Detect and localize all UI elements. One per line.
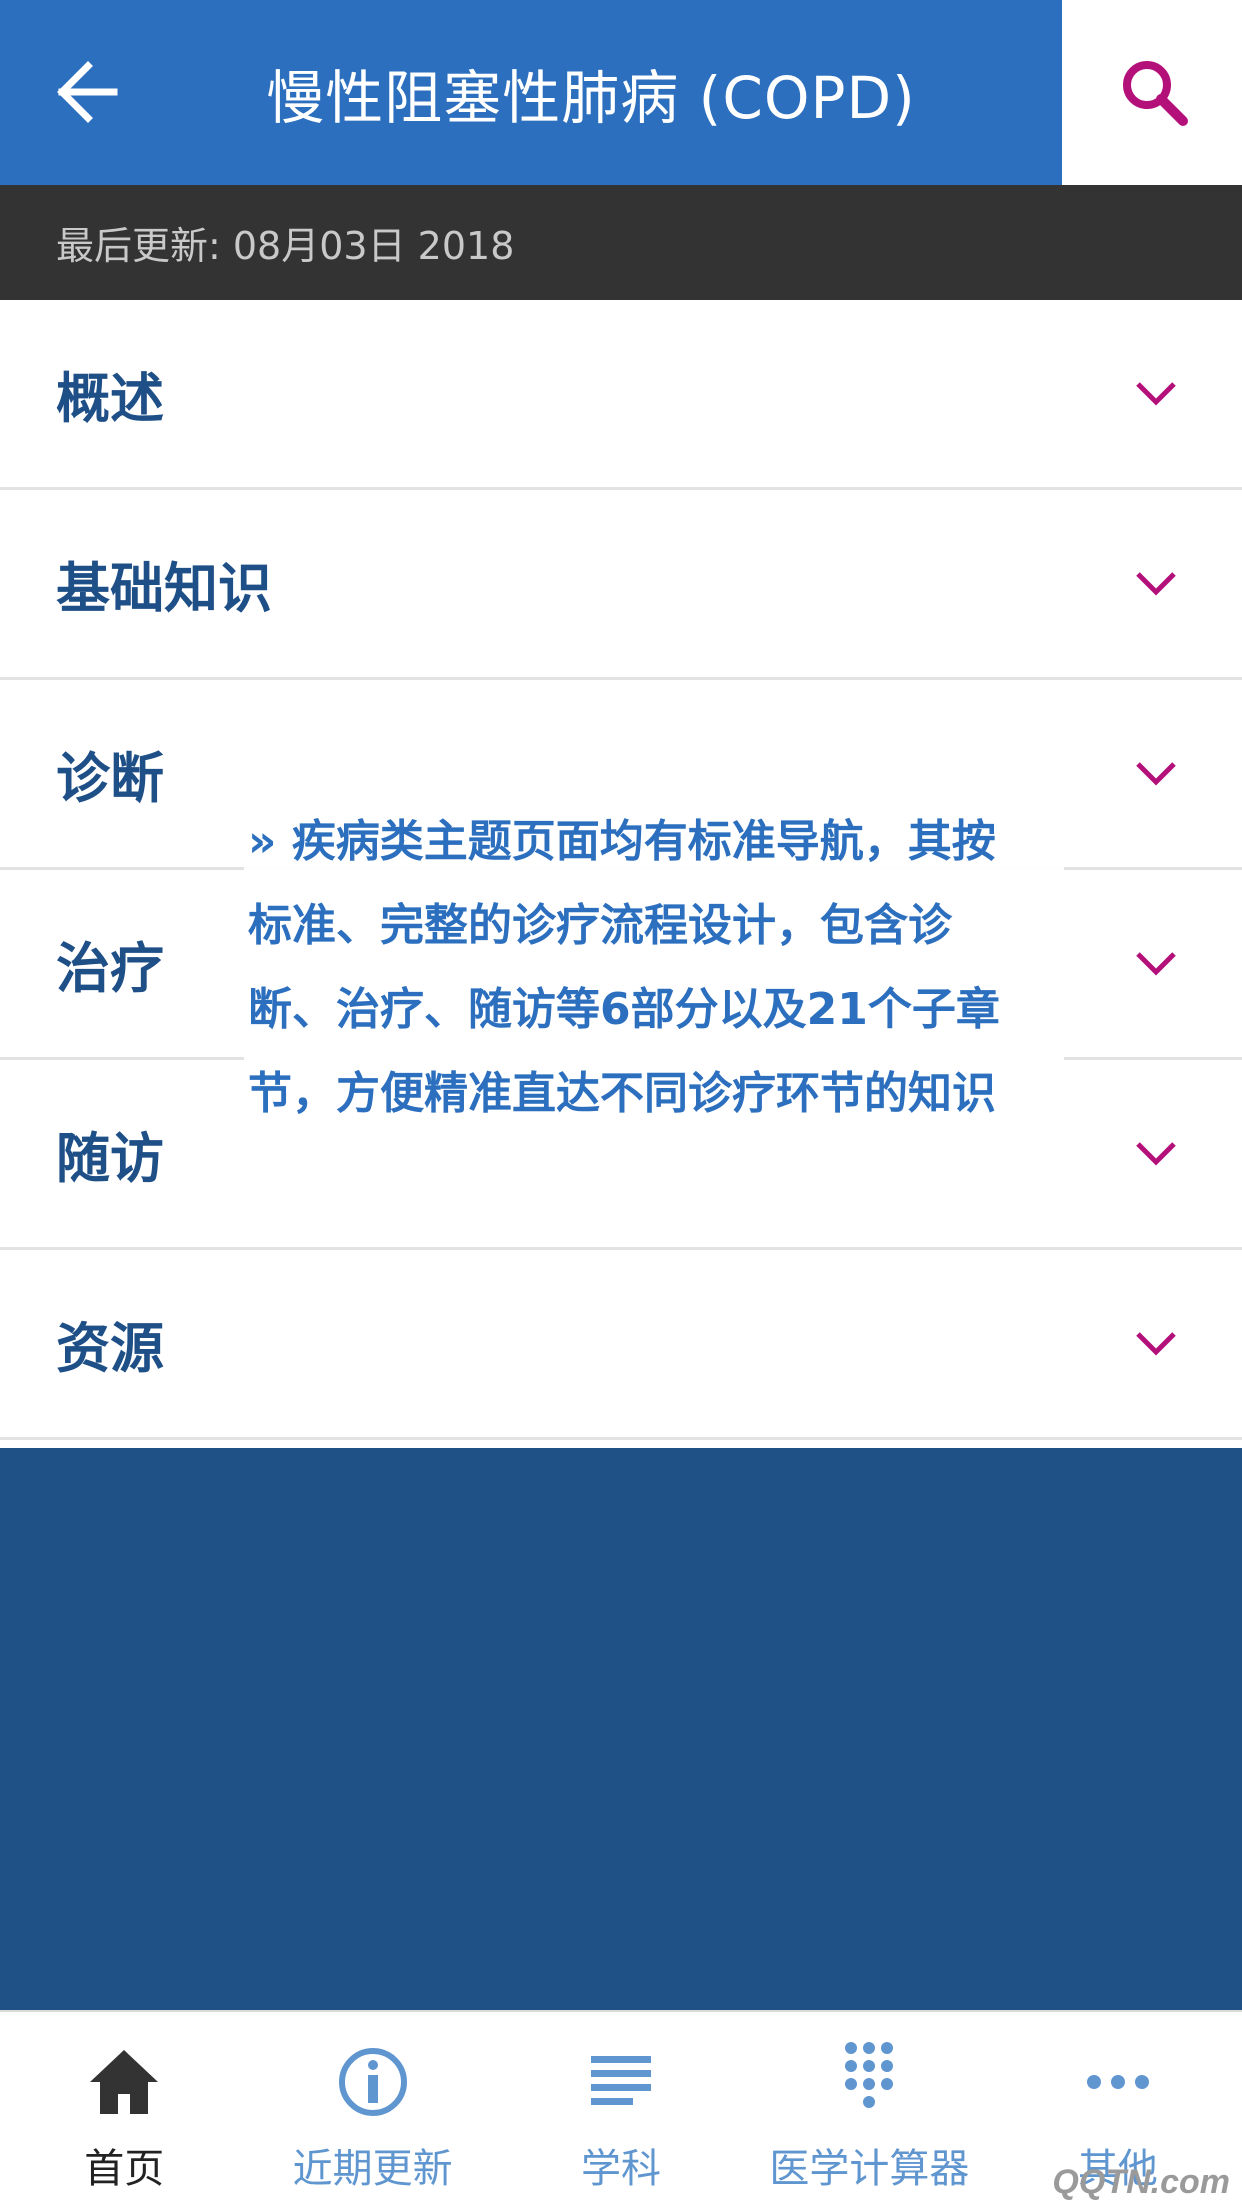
back-button[interactable] [52, 58, 120, 126]
content-background [0, 1448, 1242, 2010]
chevron-down-icon [1136, 952, 1176, 976]
nav-label: 首页 [84, 2146, 165, 2192]
page-title: 慢性阻塞性肺病 (COPD) [266, 63, 916, 132]
chevron-down-icon [1136, 762, 1176, 786]
app-screen: 慢性阻塞性肺病 (COPD) 最后更新: 08月03日 2018 概述 基础知识 [0, 0, 1242, 2208]
callout-line: 节，方便精准直达不同诊疗环节的知识 [248, 1068, 996, 1119]
search-area [1062, 0, 1242, 185]
section-label: 概述 [56, 367, 164, 430]
section-label: 随访 [56, 1127, 164, 1190]
section-overview[interactable]: 概述 [0, 300, 1242, 490]
search-icon [1123, 61, 1188, 126]
chevron-down-icon [1136, 572, 1176, 596]
keypad-icon [845, 2042, 894, 2108]
callout-line: 断、治疗、随访等6部分以及21个子章 [248, 984, 1000, 1035]
list-icon [591, 2056, 652, 2105]
section-resources[interactable]: 资源 [0, 1250, 1242, 1440]
chevron-down-icon [1136, 1332, 1176, 1356]
last-updated-bar: 最后更新: 08月03日 2018 [0, 185, 1242, 300]
section-label: 资源 [56, 1317, 164, 1380]
feature-callout: » 疾病类主题页面均有标准导航，其按 标准、完整的诊疗流程设计，包含诊 断、治疗… [244, 800, 1064, 1136]
nav-specialties[interactable]: 学科 [497, 2012, 745, 2208]
info-icon [338, 2048, 407, 2116]
chevron-down-icon [1136, 1142, 1176, 1166]
last-updated-text: 最后更新: 08月03日 2018 [56, 224, 515, 268]
arrow-left-icon [57, 61, 118, 123]
nav-label: 医学计算器 [769, 2146, 970, 2192]
nav-label: 近期更新 [292, 2146, 453, 2192]
more-icon [1086, 2075, 1149, 2089]
callout-line: » 疾病类主题页面均有标准导航，其按 [248, 816, 996, 867]
nav-home[interactable]: 首页 [0, 2012, 248, 2208]
nav-recent-updates[interactable]: 近期更新 [248, 2012, 496, 2208]
watermark: QQTN.com [1052, 2163, 1230, 2201]
bottom-navigation: 首页 近期更新 学科 医学计算器 其他 QQTN.com [0, 2010, 1242, 2208]
section-label: 治疗 [56, 937, 164, 1000]
nav-label: 学科 [581, 2146, 662, 2192]
search-button[interactable] [1115, 53, 1195, 133]
nav-calculator[interactable]: 医学计算器 [745, 2012, 993, 2208]
app-header: 慢性阻塞性肺病 (COPD) [0, 0, 1062, 185]
callout-line: 标准、完整的诊疗流程设计，包含诊 [248, 900, 952, 951]
section-label: 基础知识 [56, 557, 272, 620]
section-label: 诊断 [56, 747, 164, 810]
section-basics[interactable]: 基础知识 [0, 490, 1242, 680]
home-icon [90, 2050, 159, 2114]
chevron-down-icon [1136, 382, 1176, 406]
